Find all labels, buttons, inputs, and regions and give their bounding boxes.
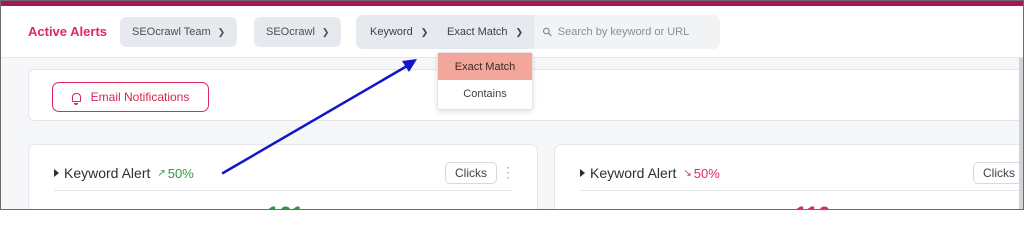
bell-icon [71,92,81,105]
search-input[interactable]: ⚲ Search by keyword or URL [534,15,720,49]
search-group: Keyword ❯ Exact Match ❯ ⚲ Search by keyw… [356,15,720,49]
change-badge: ↗ 50% [157,166,193,181]
page-title: Active Alerts [28,24,107,39]
app-window: Active Alerts SEOcrawl Team ❯ SEOcrawl ❯… [0,0,1024,210]
email-notifications-label: Email Notifications [90,90,190,104]
trend-down-icon: ↘ [683,167,692,179]
expand-caret-icon [580,169,585,177]
filter-type-label: Keyword [370,26,413,38]
alert-title-text: Keyword Alert [590,165,677,181]
chevron-down-icon: ❯ [420,26,429,37]
more-options-icon[interactable]: ⋮ [501,165,515,179]
chevron-down-icon: ❯ [217,26,226,37]
alert-card-title[interactable]: Keyword Alert ↘ 50% [580,165,720,181]
keyword-alert-card: Keyword Alert ↘ 50% Clicks 110 [554,144,1023,209]
metric-select-button[interactable]: Clicks [445,162,497,184]
alert-card-title[interactable]: Keyword Alert ↗ 50% [54,165,194,181]
alert-title-text: Keyword Alert [64,165,151,181]
metric-value: 161 [267,202,304,209]
match-type-menu: Exact Match Contains [437,52,533,110]
match-type-label: Exact Match [447,26,508,38]
header: Active Alerts SEOcrawl Team ❯ SEOcrawl ❯… [1,6,1023,58]
change-badge: ↘ 50% [683,166,719,181]
filter-type-dropdown[interactable]: Keyword ❯ [356,15,438,49]
card-divider [54,190,512,191]
trend-up-icon: ↗ [157,167,166,179]
menu-option-contains[interactable]: Contains [438,80,532,107]
chevron-down-icon: ❯ [321,26,330,37]
keyword-alert-card: Keyword Alert ↗ 50% Clicks ⋮ 161 [28,144,538,209]
menu-option-exact-match[interactable]: Exact Match [438,53,532,80]
search-icon: ⚲ [539,23,556,41]
change-value: 50% [693,165,720,181]
project-dropdown[interactable]: SEOcrawl ❯ [254,17,342,47]
metric-select-button[interactable]: Clicks [973,162,1023,184]
match-type-dropdown[interactable]: Exact Match ❯ [438,15,534,49]
scrollbar[interactable] [1019,58,1023,209]
project-dropdown-label: SEOcrawl [266,26,315,38]
expand-caret-icon [54,169,59,177]
team-dropdown[interactable]: SEOcrawl Team ❯ [120,17,238,47]
search-placeholder: Search by keyword or URL [557,26,690,38]
team-dropdown-label: SEOcrawl Team [132,26,211,38]
metric-value: 110 [795,202,831,209]
email-notifications-button[interactable]: Email Notifications [52,82,209,112]
chevron-down-icon: ❯ [515,26,524,37]
change-value: 50% [167,165,194,181]
card-divider [580,190,1020,191]
